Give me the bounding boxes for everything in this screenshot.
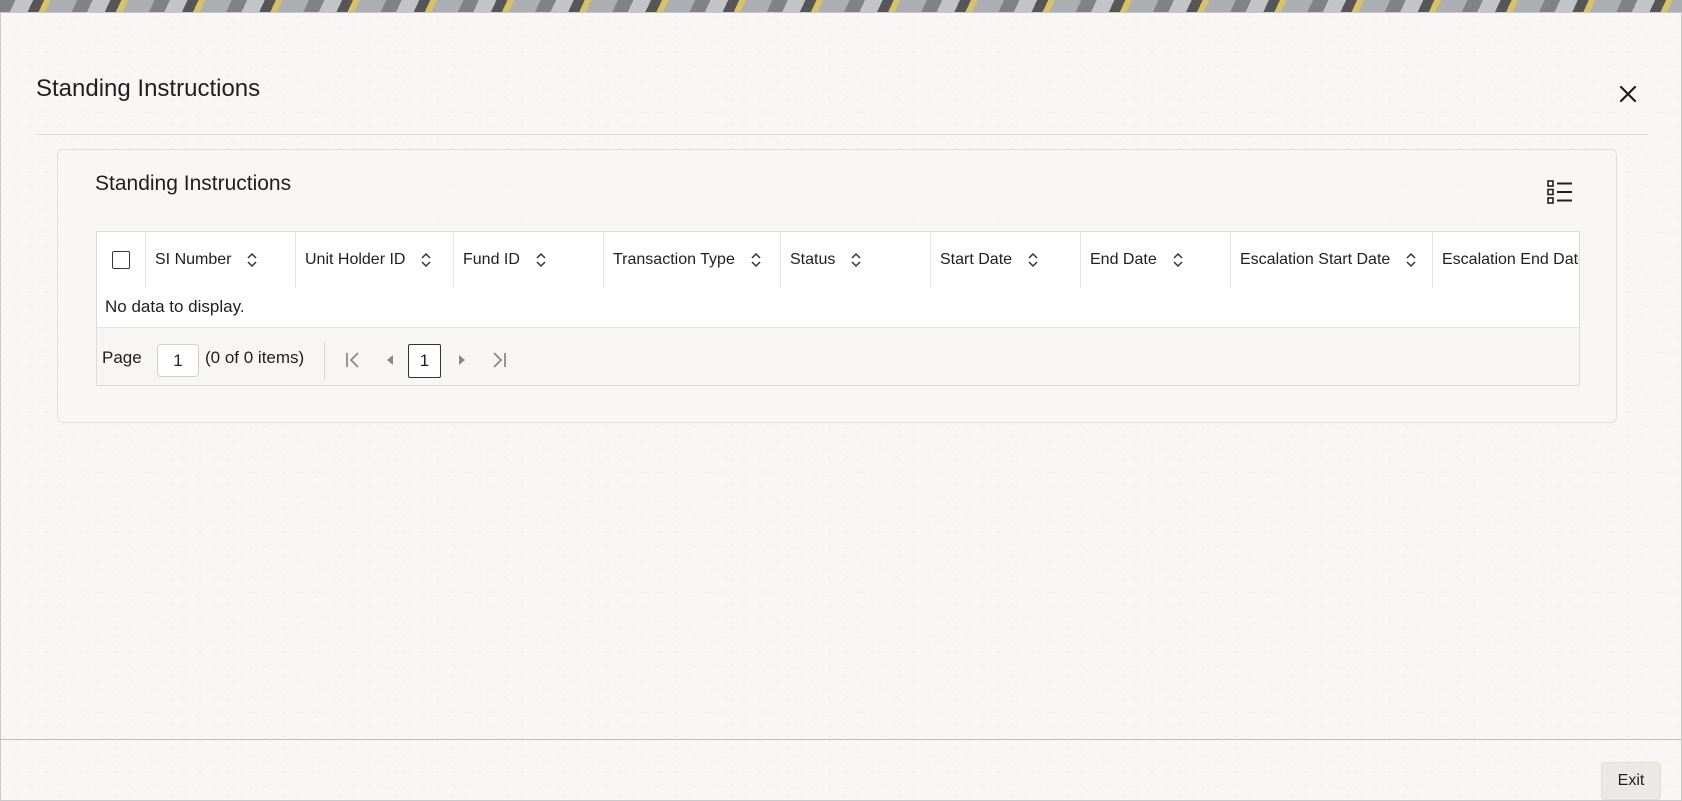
item-count: (0 of 0 items): [205, 348, 305, 367]
exit-button[interactable]: Exit: [1601, 762, 1661, 800]
next-page-icon[interactable]: [452, 350, 472, 370]
page-label: Page: [102, 348, 142, 367]
column-label: Start Date: [940, 251, 1013, 268]
close-icon: [1619, 85, 1637, 103]
select-all-cell: [97, 232, 145, 288]
column-label: Status: [790, 251, 836, 268]
standing-instructions-panel: Standing Instructions SI Number Unit Hol…: [57, 149, 1617, 423]
current-page-button[interactable]: 1: [408, 344, 441, 378]
pagination-bar: Page 1 (0 of 0 items) 1: [97, 327, 1579, 385]
title-divider: [36, 134, 1648, 135]
empty-message: No data to display.: [105, 297, 245, 316]
sort-icon[interactable]: [419, 252, 433, 268]
column-unit-holder-id[interactable]: Unit Holder ID: [295, 232, 453, 288]
column-status[interactable]: Status: [780, 232, 930, 288]
window-title: Standing Instructions: [36, 75, 261, 102]
column-label: Escalation Start Date: [1240, 251, 1391, 268]
column-start-date[interactable]: Start Date: [930, 232, 1080, 288]
select-all-checkbox[interactable]: [112, 251, 130, 269]
column-transaction-type[interactable]: Transaction Type: [603, 232, 780, 288]
column-end-date[interactable]: End Date: [1080, 232, 1230, 288]
table-header: SI Number Unit Holder ID Fund ID Transac…: [97, 232, 1579, 288]
footer-divider: [1, 739, 1682, 740]
sort-icon[interactable]: [749, 252, 763, 268]
sort-icon[interactable]: [1171, 252, 1185, 268]
sort-icon[interactable]: [245, 252, 259, 268]
close-button[interactable]: [1613, 79, 1643, 109]
previous-page-icon[interactable]: [380, 350, 400, 370]
list-view-icon[interactable]: [1547, 180, 1573, 204]
column-si-number[interactable]: SI Number: [145, 232, 295, 288]
column-escalation-end-date[interactable]: Escalation End Date: [1432, 232, 1579, 288]
sort-icon[interactable]: [849, 252, 863, 268]
column-label: Unit Holder ID: [305, 251, 406, 268]
sort-icon[interactable]: [1404, 252, 1418, 268]
column-label: End Date: [1090, 251, 1157, 268]
panel-title: Standing Instructions: [95, 172, 292, 195]
column-label: Fund ID: [463, 251, 520, 268]
column-label: SI Number: [155, 251, 232, 268]
standing-instructions-table: SI Number Unit Holder ID Fund ID Transac…: [96, 231, 1580, 386]
last-page-icon[interactable]: [489, 350, 509, 370]
pagination-divider: [324, 342, 325, 380]
column-label: Transaction Type: [613, 251, 735, 268]
top-banner: [0, 0, 1682, 12]
column-escalation-start-date[interactable]: Escalation Start Date: [1230, 232, 1432, 288]
sort-icon[interactable]: [1026, 252, 1040, 268]
sort-icon[interactable]: [534, 252, 548, 268]
column-fund-id[interactable]: Fund ID: [453, 232, 603, 288]
first-page-icon[interactable]: [343, 350, 363, 370]
standing-instructions-window: Standing Instructions Standing Instructi…: [0, 12, 1682, 801]
column-label: Escalation End Date: [1442, 251, 1579, 268]
page-number-input[interactable]: 1: [157, 344, 199, 377]
